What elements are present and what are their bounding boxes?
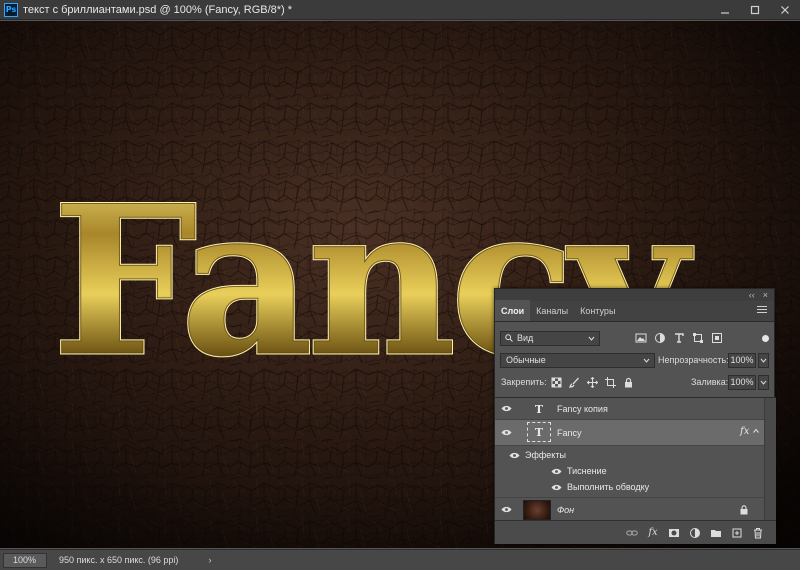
document-title-bar: Ps текст с бриллиантами.psd @ 100% (Fanc…: [0, 0, 800, 20]
text-layer-thumbnail: T: [527, 422, 551, 442]
blend-row: Обычные Непрозрачность: 100%: [495, 351, 776, 369]
minimize-button[interactable]: [710, 0, 740, 20]
background-layer-thumbnail: [523, 500, 551, 520]
chevron-down-icon: [760, 380, 767, 385]
fill-label: Заливка:: [691, 377, 729, 387]
tab-channels[interactable]: Каналы: [530, 300, 574, 321]
minimize-icon: [721, 12, 729, 14]
lock-row: Закрепить: Заливка: 100%: [495, 373, 776, 391]
photoshop-logo-icon: Ps: [4, 2, 18, 17]
status-menu-arrow[interactable]: ›: [208, 555, 211, 565]
lock-transparent-pixels-icon[interactable]: [551, 377, 562, 388]
effect-name: Выполнить обводку: [567, 482, 650, 492]
opacity-slider-button[interactable]: [758, 352, 769, 368]
layer-fancy[interactable]: T Fancy fx: [495, 420, 764, 446]
close-icon: [781, 6, 789, 14]
filter-row: Вид: [495, 329, 776, 347]
layer-fancy-copy[interactable]: T Fancy копия: [495, 398, 764, 420]
zoom-level-field[interactable]: 100%: [3, 552, 47, 568]
lock-icon: [740, 505, 748, 515]
window-controls: [710, 0, 800, 20]
eye-icon[interactable]: [509, 452, 520, 459]
fill-slider-button[interactable]: [758, 374, 769, 390]
eye-icon[interactable]: [501, 506, 512, 513]
layer-background[interactable]: Фон: [495, 497, 764, 521]
image-filter-icon[interactable]: [635, 332, 647, 344]
filter-icons: [635, 332, 723, 344]
layer-filter-dropdown[interactable]: Вид: [500, 330, 600, 346]
maximize-icon: [750, 5, 760, 15]
effect-row-stroke[interactable]: Выполнить обводку: [495, 479, 764, 495]
new-adjustment-layer-icon[interactable]: [689, 527, 701, 539]
layer-name: Fancy копия: [557, 404, 608, 414]
tab-paths[interactable]: Контуры: [574, 300, 621, 321]
lock-icons: [551, 376, 634, 388]
lock-all-icon[interactable]: [623, 377, 634, 388]
link-layers-icon[interactable]: [626, 527, 638, 539]
smart-object-filter-icon[interactable]: [711, 332, 723, 344]
status-bar: 100% 950 пикс. x 650 пикс. (96 ppi) ›: [0, 549, 800, 570]
effects-label: Эффекты: [525, 450, 566, 460]
collapse-panel-button[interactable]: ‹‹: [749, 290, 755, 300]
text-layer-thumbnail: T: [534, 402, 544, 416]
maximize-button[interactable]: [740, 0, 770, 20]
layers-panel-footer: fx: [495, 520, 776, 544]
effect-name: Тиснение: [567, 466, 607, 476]
fill-input[interactable]: 100%: [728, 374, 756, 390]
document-info: 950 пикс. x 650 пикс. (96 ppi): [59, 555, 179, 565]
layer-name: Fancy: [557, 428, 582, 438]
panel-tabs: Слои Каналы Контуры: [495, 300, 774, 322]
lock-position-icon[interactable]: [587, 376, 598, 388]
add-layer-style-button[interactable]: fx: [647, 527, 659, 539]
close-window-button[interactable]: [770, 0, 800, 20]
layer-effects-badge[interactable]: fx: [740, 426, 749, 437]
delete-layer-trash-icon[interactable]: [752, 527, 764, 539]
layers-list: T Fancy копия T Fancy fx Эффекты Тиснени…: [495, 397, 776, 521]
opacity-label: Непрозрачность:: [658, 355, 729, 365]
layers-scrollbar[interactable]: [764, 398, 776, 521]
effect-row-emboss[interactable]: Тиснение: [495, 463, 764, 479]
blend-mode-dropdown[interactable]: Обычные: [500, 352, 655, 368]
opacity-input[interactable]: 100%: [728, 352, 756, 368]
type-filter-icon[interactable]: [673, 332, 685, 344]
add-layer-mask-icon[interactable]: [668, 527, 680, 539]
chevron-down-icon: [643, 358, 650, 363]
effects-group-row[interactable]: Эффекты: [495, 447, 764, 463]
eye-icon[interactable]: [501, 405, 512, 412]
chevron-down-icon: [760, 358, 767, 363]
layer-filter-value: Вид: [517, 333, 534, 343]
blend-mode-value: Обычные: [506, 355, 546, 365]
adjustment-filter-icon[interactable]: [654, 332, 666, 344]
chevron-down-icon: [588, 336, 595, 341]
filter-toggle-switch[interactable]: [762, 334, 769, 342]
lock-image-pixels-icon[interactable]: [569, 377, 580, 388]
tab-layers[interactable]: Слои: [495, 300, 531, 321]
new-layer-icon[interactable]: [731, 527, 743, 539]
lock-artboard-icon[interactable]: [605, 376, 616, 388]
eye-icon[interactable]: [551, 484, 562, 491]
layers-panel: ‹‹ × Слои Каналы Контуры Вид Обычные Неп…: [494, 288, 776, 544]
collapse-effects-icon[interactable]: [753, 428, 759, 434]
new-group-folder-icon[interactable]: [710, 527, 722, 539]
document-tab-title[interactable]: текст с бриллиантами.psd @ 100% (Fancy, …: [23, 4, 292, 16]
layer-name: Фон: [557, 505, 575, 515]
panel-menu-icon[interactable]: [757, 306, 767, 316]
eye-icon[interactable]: [501, 429, 512, 436]
shape-filter-icon[interactable]: [692, 332, 704, 344]
search-icon: [505, 334, 513, 342]
lock-label: Закрепить:: [501, 377, 547, 387]
eye-icon[interactable]: [551, 468, 562, 475]
close-panel-button[interactable]: ×: [763, 290, 768, 300]
